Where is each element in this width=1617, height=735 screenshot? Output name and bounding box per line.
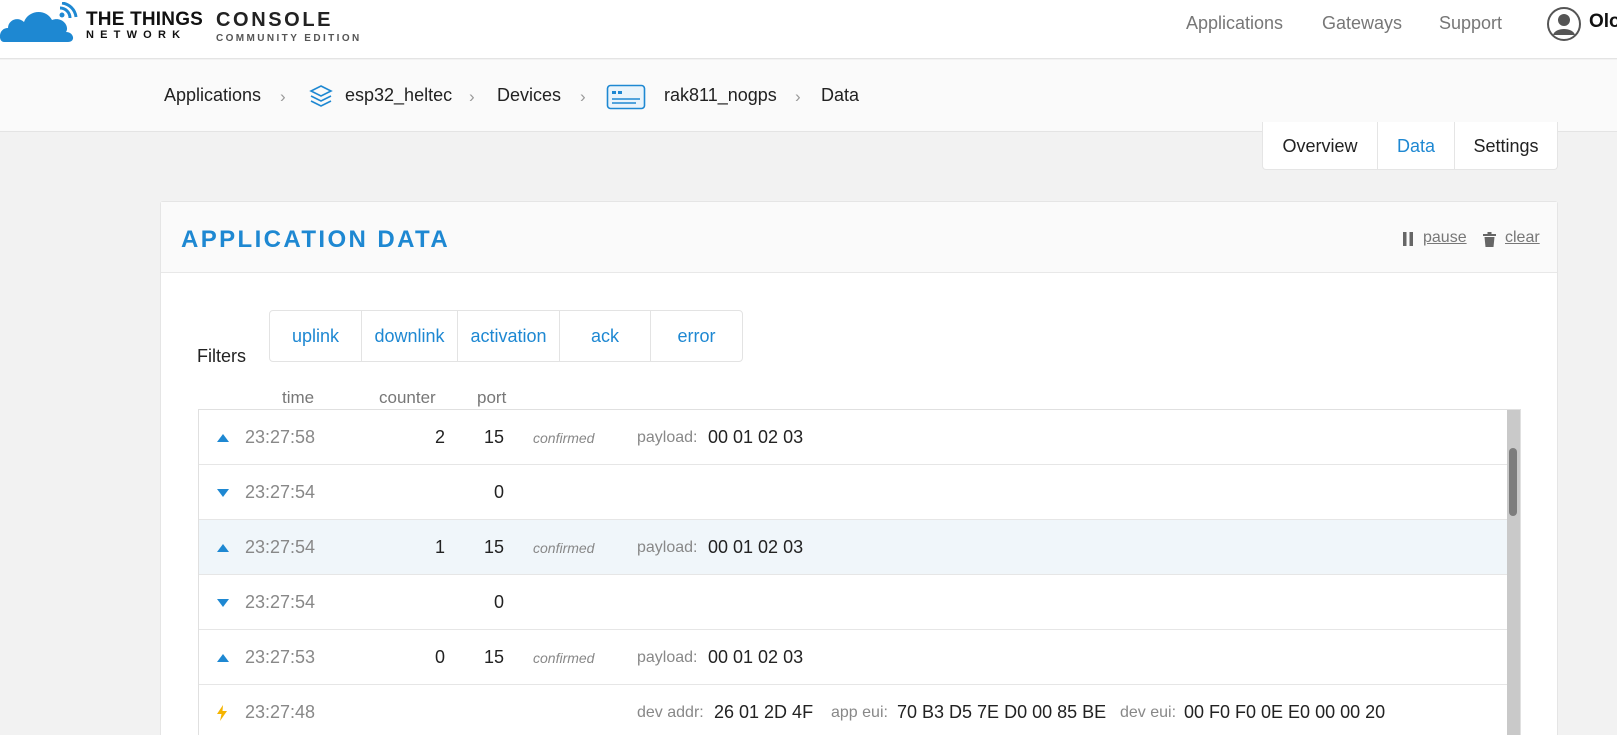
breadcrumb-device[interactable]: rak811_nogps <box>664 85 777 106</box>
filter-downlink[interactable]: downlink <box>362 311 458 361</box>
row-payload: 00 01 02 03 <box>708 427 804 447</box>
row-port: 0 <box>493 592 504 612</box>
nav-applications[interactable]: Applications <box>1186 13 1283 34</box>
uplink-arrow-icon[interactable] <box>217 434 229 442</box>
row-counter: 2 <box>434 427 445 447</box>
filter-activation[interactable]: activation <box>458 311 560 361</box>
breadcrumb-data: Data <box>821 85 860 105</box>
logo-text-console: CONSOLE <box>216 9 334 31</box>
row-payload: 00 01 02 03 <box>708 537 804 557</box>
nav-gateways[interactable]: Gateways <box>1322 13 1402 34</box>
breadcrumb-separator: › <box>580 87 586 106</box>
ttn-logo[interactable]: THE THINGS NETWORK CONSOLE COMMUNITY EDI… <box>0 2 360 46</box>
data-row[interactable]: 23:27:54 0 <box>199 465 1507 520</box>
device-icon <box>606 84 646 110</box>
row-time: 23:27:54 <box>245 537 316 557</box>
tab-overview[interactable]: Overview <box>1263 122 1378 170</box>
breadcrumb-separator: › <box>280 87 286 106</box>
tab-settings[interactable]: Settings <box>1455 122 1557 170</box>
row-port: 15 <box>483 537 504 557</box>
filter-uplink[interactable]: uplink <box>270 311 362 361</box>
row-confirmed: confirmed <box>533 650 595 666</box>
column-header-port: port <box>477 388 507 407</box>
panel-title: APPLICATION DATA <box>181 226 451 253</box>
row-time: 23:27:53 <box>245 647 316 667</box>
nav-support[interactable]: Support <box>1439 13 1502 34</box>
row-confirmed: confirmed <box>533 430 595 446</box>
row-counter: 1 <box>434 537 445 557</box>
breadcrumb-applications[interactable]: Applications <box>164 85 261 106</box>
row-port: 15 <box>483 647 504 667</box>
uplink-arrow-icon[interactable] <box>217 654 229 662</box>
layers-icon <box>309 85 333 107</box>
row-app-eui-label: app eui: <box>831 704 888 721</box>
row-confirmed: confirmed <box>533 540 595 556</box>
breadcrumb-devices[interactable]: Devices <box>497 85 561 106</box>
row-dev-eui: 00 F0 F0 0E E0 00 00 20 <box>1184 702 1386 722</box>
data-row[interactable]: 23:27:53 0 15 confirmed payload: 00 01 0… <box>199 630 1507 685</box>
data-row[interactable]: 23:27:54 1 15 confirmed payload: 00 01 0… <box>199 520 1507 575</box>
pause-button[interactable]: pause <box>1423 229 1467 247</box>
row-payload-label: payload: <box>637 429 698 446</box>
row-dev-eui-label: dev eui: <box>1120 704 1177 721</box>
breadcrumb-separator: › <box>469 87 475 106</box>
logo-text-things: THE THINGS <box>86 9 204 30</box>
row-payload: 00 01 02 03 <box>708 647 804 667</box>
filter-group: uplink downlink activation ack error <box>269 310 743 362</box>
breadcrumb-separator: › <box>795 87 801 106</box>
data-list: 23:27:58 2 15 confirmed payload: 00 01 0… <box>198 409 1521 735</box>
row-time: 23:27:58 <box>245 427 316 447</box>
row-time: 23:27:54 <box>245 482 316 502</box>
application-data-panel: APPLICATION DATA pause clear Filters upl… <box>160 201 1558 735</box>
downlink-arrow-icon[interactable] <box>217 489 229 497</box>
trash-icon[interactable] <box>1483 232 1496 247</box>
downlink-arrow-icon[interactable] <box>217 599 229 607</box>
column-header-time: time <box>282 388 315 407</box>
panel-header: APPLICATION DATA pause clear <box>161 202 1557 273</box>
row-port: 15 <box>483 427 504 447</box>
column-header-counter: counter <box>379 388 436 407</box>
lightning-icon <box>217 705 227 721</box>
row-payload-label: payload: <box>637 649 698 666</box>
data-row[interactable]: 23:27:54 0 <box>199 575 1507 630</box>
pause-icon[interactable] <box>1403 232 1413 246</box>
row-time: 23:27:54 <box>245 592 316 612</box>
logo-text-edition: COMMUNITY EDITION <box>216 33 362 44</box>
scrollbar-thumb[interactable] <box>1509 448 1517 516</box>
row-port: 0 <box>493 482 504 502</box>
filter-error[interactable]: error <box>651 311 742 361</box>
row-dev-addr: 26 01 2D 4F <box>714 702 814 722</box>
row-time: 23:27:48 <box>245 702 316 722</box>
row-counter: 0 <box>434 647 445 667</box>
device-tabs: Overview Data Settings <box>1262 122 1558 170</box>
data-row[interactable]: 23:27:48 dev addr: 26 01 2D 4F app eui: … <box>199 685 1507 735</box>
filters-label: Filters <box>197 346 246 366</box>
filter-ack[interactable]: ack <box>560 311 651 361</box>
uplink-arrow-icon[interactable] <box>217 544 229 552</box>
top-bar: THE THINGS NETWORK CONSOLE COMMUNITY EDI… <box>0 0 1617 59</box>
user-avatar-icon[interactable] <box>1547 7 1581 41</box>
tab-data[interactable]: Data <box>1378 122 1455 170</box>
cloud-logo-icon <box>0 2 78 42</box>
row-payload-label: payload: <box>637 539 698 556</box>
row-dev-addr-label: dev addr: <box>637 704 704 721</box>
row-app-eui: 70 B3 D5 7E D0 00 85 BE <box>897 702 1107 722</box>
user-name[interactable]: Olo <box>1589 11 1617 33</box>
clear-button[interactable]: clear <box>1505 229 1540 247</box>
breadcrumb-application[interactable]: esp32_heltec <box>345 85 452 106</box>
data-row[interactable]: 23:27:58 2 15 confirmed payload: 00 01 0… <box>199 410 1507 465</box>
logo-text-network: NETWORK <box>86 29 187 41</box>
